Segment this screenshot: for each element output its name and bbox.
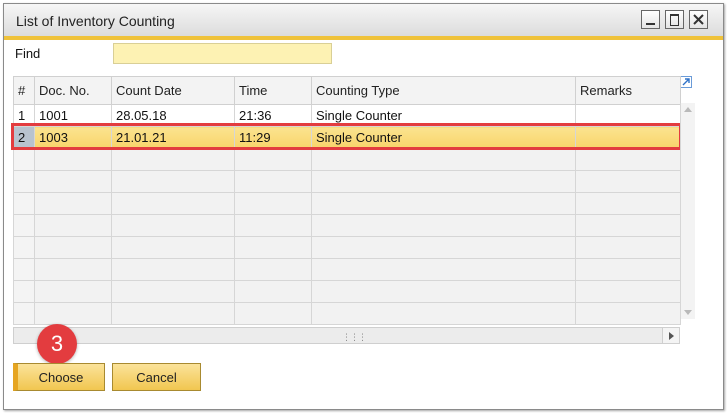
scroll-down-icon[interactable]: [684, 310, 692, 315]
cell-count-date: 21.01.21: [111, 126, 235, 149]
col-header-count-date[interactable]: Count Date: [111, 76, 235, 105]
find-input[interactable]: [113, 43, 332, 64]
cell-remarks: [575, 126, 681, 149]
col-header-remarks[interactable]: Remarks: [575, 76, 681, 105]
choose-button[interactable]: Choose: [13, 363, 105, 391]
table-row[interactable]: 1 1001 28.05.18 21:36 Single Counter: [13, 104, 681, 127]
cell-time: 11:29: [234, 126, 312, 149]
cell-time: 21:36: [234, 104, 312, 127]
minimize-icon[interactable]: [641, 10, 660, 29]
table-header-row: # Doc. No. Count Date Time Counting Type…: [13, 76, 681, 105]
empty-row: [13, 236, 681, 259]
col-header-time[interactable]: Time: [234, 76, 312, 105]
step-badge: 3: [37, 324, 77, 364]
row-number: 1: [13, 104, 35, 127]
cell-counting-type: Single Counter: [311, 104, 576, 127]
scroll-grip-icon[interactable]: ⋮⋮⋮: [342, 332, 367, 343]
title-bar[interactable]: List of Inventory Counting: [4, 4, 723, 36]
empty-row: [13, 302, 681, 325]
cell-counting-type: Single Counter: [311, 126, 576, 149]
cell-doc-no: 1003: [34, 126, 112, 149]
inventory-counting-table: # Doc. No. Count Date Time Counting Type…: [13, 76, 681, 325]
close-icon[interactable]: [689, 10, 708, 29]
cell-doc-no: 1001: [34, 104, 112, 127]
empty-row: [13, 280, 681, 303]
col-header-number[interactable]: #: [13, 76, 35, 105]
col-header-doc-no[interactable]: Doc. No.: [34, 76, 112, 105]
title-accent-stripe: [4, 36, 723, 40]
vertical-scrollbar[interactable]: [680, 103, 695, 319]
cancel-button[interactable]: Cancel: [112, 363, 201, 391]
scroll-right-icon[interactable]: [662, 327, 680, 344]
empty-row: [13, 192, 681, 215]
horizontal-scrollbar[interactable]: ⋮⋮⋮: [13, 327, 679, 344]
scroll-up-icon[interactable]: [684, 107, 692, 112]
table-row-selected[interactable]: 2 1003 21.01.21 11:29 Single Counter: [13, 126, 681, 149]
maximize-icon[interactable]: [665, 10, 684, 29]
row-number: 2: [13, 126, 35, 149]
cell-remarks: [575, 104, 681, 127]
col-header-counting-type[interactable]: Counting Type: [311, 76, 576, 105]
cell-count-date: 28.05.18: [111, 104, 235, 127]
window-title: List of Inventory Counting: [16, 13, 175, 29]
empty-row: [13, 170, 681, 193]
empty-row: [13, 214, 681, 237]
expand-arrow-icon[interactable]: [680, 76, 692, 88]
empty-row: [13, 258, 681, 281]
empty-row: [13, 148, 681, 171]
find-label: Find: [15, 46, 41, 61]
